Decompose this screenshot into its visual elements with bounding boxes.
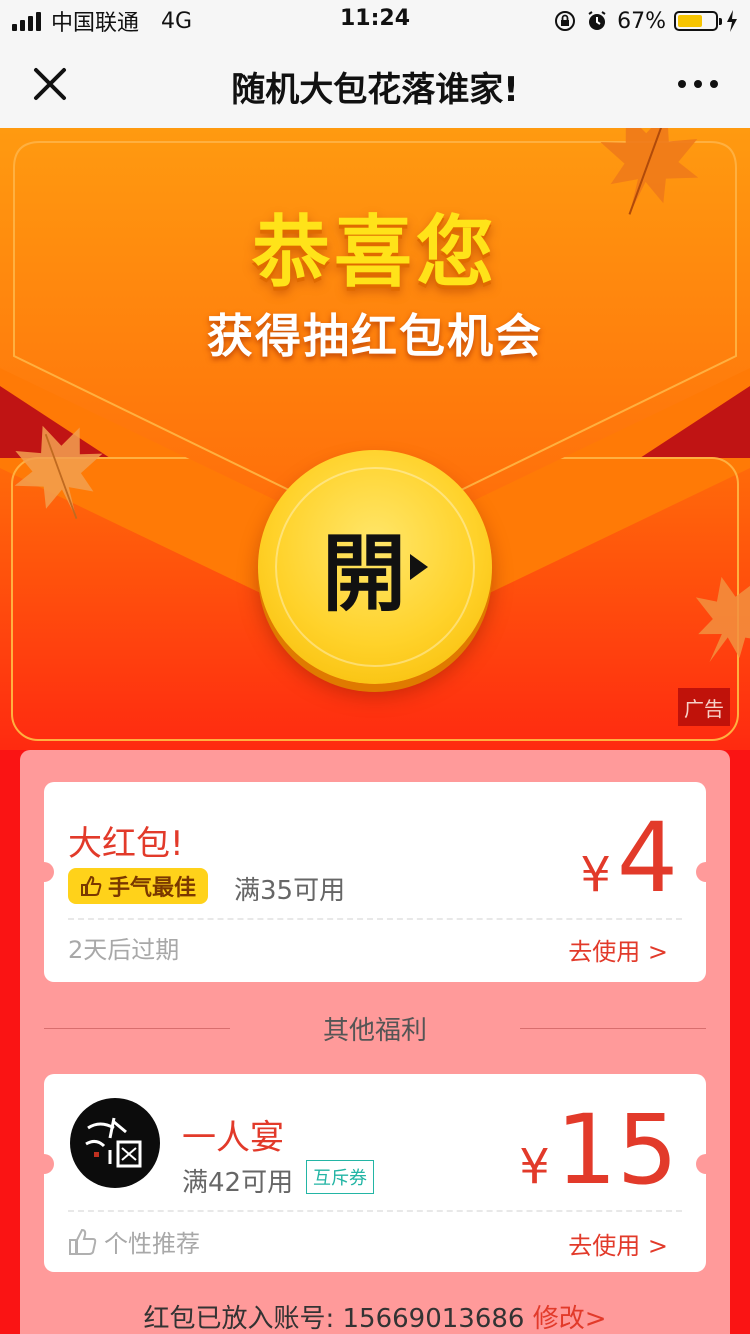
thumbs-up-icon: [81, 875, 102, 896]
account-prefix: 红包已放入账号:: [143, 1304, 343, 1334]
expire-text: 2天后过期: [68, 936, 180, 964]
status-bar: 中国联通 4G 11:24 67%: [0, 0, 750, 40]
use-coupon-link[interactable]: 去使用 >: [568, 932, 668, 967]
other-coupon-card: 一人宴 满42可用 互斥券 ¥ 15 个性推荐 去使用 >: [34, 1074, 716, 1272]
exclusive-tag: 互斥券: [306, 1160, 374, 1194]
merchant-name: 一人宴: [182, 1118, 284, 1158]
section-divider: 其他福利: [44, 1010, 706, 1046]
main-coupon-card: 大红包! 手气最佳 满35可用 ¥ 4 2天后过期 去使用 >: [34, 782, 716, 982]
red-envelope: 恭喜您 获得抽红包机会 開 广告: [0, 128, 750, 750]
subtitle: 获得抽红包机会: [207, 309, 543, 363]
rotation-lock-icon: [555, 11, 576, 31]
play-arrow-icon: [410, 554, 428, 580]
battery-icon: [674, 11, 722, 31]
nav-bar: 随机大包花落谁家!: [0, 40, 750, 128]
status-right: 67%: [553, 6, 738, 36]
battery-percent: 67%: [617, 8, 666, 34]
best-luck-badge: 手气最佳: [68, 868, 209, 904]
edit-account-link[interactable]: 修改>: [533, 1304, 607, 1334]
thumbs-up-icon: [69, 1228, 97, 1255]
headline: 恭喜您: [251, 208, 498, 298]
charging-icon: [727, 10, 737, 32]
use-coupon-link[interactable]: 去使用 >: [568, 1226, 668, 1261]
alarm-icon: [588, 11, 606, 30]
amount-value: 15: [555, 1094, 678, 1206]
open-button-inner: 開: [275, 467, 475, 667]
account-line: 红包已放入账号: 15669013686 修改>: [20, 1298, 730, 1334]
ad-badge: 广告: [678, 688, 730, 726]
amount-value: 4: [616, 802, 678, 914]
coupon-title: 大红包!: [68, 824, 184, 864]
open-label: 開: [321, 524, 406, 623]
rewards-panel: 大红包! 手气最佳 满35可用 ¥ 4 2天后过期 去使用 > 其他福利 一人宴…: [20, 750, 730, 1334]
dashed-divider: [68, 1210, 682, 1212]
recommend-label: 个性推荐: [68, 1224, 200, 1259]
page-title: 随机大包花落谁家!: [231, 70, 519, 110]
account-number: 15669013686: [342, 1304, 525, 1334]
coupon-condition: 满35可用: [234, 876, 346, 906]
currency-symbol: ¥: [519, 1139, 550, 1195]
battery-level: [678, 15, 703, 27]
merchant-logo: [70, 1098, 160, 1188]
merchant-logo-icon: [85, 1117, 142, 1168]
coupon-condition: 满42可用: [182, 1168, 294, 1198]
open-envelope-button[interactable]: 開: [258, 450, 492, 684]
coupon-amount: ¥ 4: [580, 810, 678, 906]
dashed-divider: [68, 918, 682, 920]
best-luck-label: 手气最佳: [108, 876, 197, 901]
more-icon[interactable]: [670, 60, 726, 108]
currency-symbol: ¥: [580, 847, 611, 903]
coupon-amount: ¥ 15: [519, 1102, 678, 1198]
